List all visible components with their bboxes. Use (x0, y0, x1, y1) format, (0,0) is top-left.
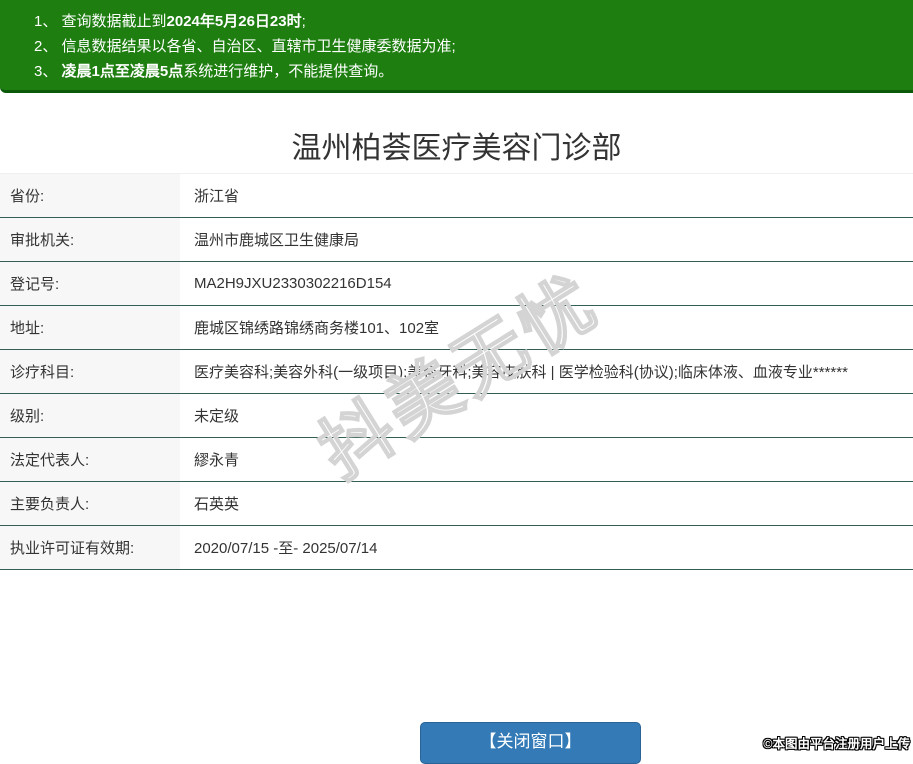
row-value: 温州市鹿城区卫生健康局 (180, 218, 359, 261)
row-value: 未定级 (180, 394, 239, 437)
table-row: 诊疗科目: 医疗美容科;美容外科(一级项目);美容牙科;美容皮肤科 | 医学检验… (0, 350, 913, 394)
row-label: 法定代表人: (0, 438, 180, 481)
notice-text: 3、 (34, 63, 62, 80)
table-row: 省份: 浙江省 (0, 174, 913, 218)
notice-bold-text: 2024年5月26日23时 (167, 13, 302, 30)
notice-banner: 1、 查询数据截止到2024年5月26日23时; 2、 信息数据结果以各省、自治… (0, 0, 913, 93)
row-label: 执业许可证有效期: (0, 526, 180, 569)
notice-line: 3、 凌晨1点至凌晨5点系统进行维护，不能提供查询。 (34, 59, 903, 84)
table-row: 审批机关: 温州市鹿城区卫生健康局 (0, 218, 913, 262)
row-value: 浙江省 (180, 174, 239, 217)
notice-text: 系统进行维护，不能提供查询。 (183, 63, 393, 80)
notice-text: ; (302, 13, 306, 30)
row-label: 级别: (0, 394, 180, 437)
row-value: 2020/07/15 -至- 2025/07/14 (180, 526, 377, 569)
row-label: 审批机关: (0, 218, 180, 261)
notice-line: 1、 查询数据截止到2024年5月26日23时; (34, 9, 903, 34)
row-value: 医疗美容科;美容外科(一级项目);美容牙科;美容皮肤科 | 医学检验科(协议);… (180, 350, 848, 393)
notice-text: 2、 信息数据结果以各省、自治区、直辖市卫生健康委数据为准; (34, 38, 456, 55)
row-value: 繆永青 (180, 438, 239, 481)
photo-credit-watermark: ©本图由平台注册用户上传 (763, 733, 910, 752)
notice-line: 2、 信息数据结果以各省、自治区、直辖市卫生健康委数据为准; (34, 34, 903, 59)
table-row: 级别: 未定级 (0, 394, 913, 438)
table-row: 法定代表人: 繆永青 (0, 438, 913, 482)
row-label: 登记号: (0, 262, 180, 305)
close-window-button[interactable]: 【关闭窗口】 (420, 722, 641, 764)
row-value: 鹿城区锦绣路锦绣商务楼101、102室 (180, 306, 439, 349)
row-label: 地址: (0, 306, 180, 349)
page-title: 温州柏荟医疗美容门诊部 (0, 93, 913, 173)
table-row: 登记号: MA2H9JXU2330302216D154 (0, 262, 913, 306)
info-table: 省份: 浙江省 审批机关: 温州市鹿城区卫生健康局 登记号: MA2H9JXU2… (0, 173, 913, 570)
table-row: 主要负责人: 石英英 (0, 482, 913, 526)
table-row: 执业许可证有效期: 2020/07/15 -至- 2025/07/14 (0, 526, 913, 570)
notice-text: 1、 查询数据截止到 (34, 13, 167, 30)
row-label: 省份: (0, 174, 180, 217)
row-label: 主要负责人: (0, 482, 180, 525)
row-value: 石英英 (180, 482, 239, 525)
table-row: 地址: 鹿城区锦绣路锦绣商务楼101、102室 (0, 306, 913, 350)
row-label: 诊疗科目: (0, 350, 180, 393)
notice-bold-text: 凌晨1点至凌晨5点 (62, 63, 184, 80)
row-value: MA2H9JXU2330302216D154 (180, 262, 392, 305)
